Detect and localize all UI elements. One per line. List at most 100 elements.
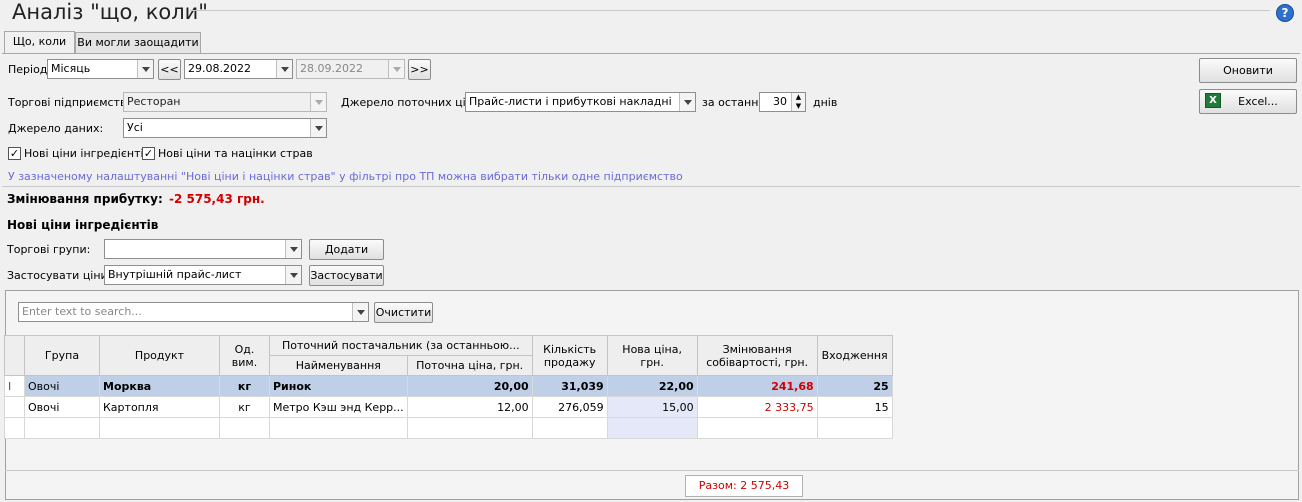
col-header-supplier: Поточний постачальник (за останньою... bbox=[269, 335, 533, 356]
chevron-down-icon bbox=[310, 93, 326, 111]
col-header-product[interactable]: Продукт bbox=[99, 335, 220, 376]
new-ingredient-prices-label[interactable]: Нові ціни інгредієнтів bbox=[24, 147, 150, 160]
last-days-stepper[interactable]: 30 ▲ ▼ bbox=[759, 92, 806, 112]
refresh-button[interactable]: Оновити bbox=[1199, 58, 1297, 83]
window-title: Аналіз "що, коли" bbox=[12, 0, 208, 24]
period-select[interactable]: Місяць bbox=[47, 59, 154, 79]
tab-what-when[interactable]: Що, коли bbox=[4, 31, 75, 54]
row-header-corner bbox=[4, 335, 25, 376]
col-header-supplier-name[interactable]: Найменування bbox=[269, 355, 408, 376]
footer-divider bbox=[5, 470, 1299, 471]
row-marker: I bbox=[4, 375, 25, 397]
cell-group[interactable]: Овочі bbox=[24, 375, 100, 397]
table-row[interactable]: I Овочі Морква кг Ринок 20,00 31,039 22,… bbox=[4, 375, 893, 397]
date-from-value: 29.08.2022 bbox=[188, 62, 251, 75]
trade-groups-select[interactable] bbox=[104, 239, 302, 259]
cell-cost-change[interactable]: 241,68 bbox=[696, 375, 818, 397]
data-source-select[interactable]: Усі bbox=[123, 118, 327, 138]
chevron-down-icon bbox=[679, 93, 695, 111]
section-divider bbox=[2, 186, 1300, 187]
filter-note: У зазначеному налаштуванні "Нові ціни і … bbox=[8, 170, 683, 183]
next-period-button[interactable]: >> bbox=[408, 59, 431, 80]
table-row-new[interactable] bbox=[4, 417, 893, 439]
apply-button[interactable]: Застосувати bbox=[309, 265, 384, 286]
cell-entries[interactable]: 25 bbox=[816, 375, 893, 397]
cell-current-price[interactable]: 20,00 bbox=[406, 375, 533, 397]
cell-empty[interactable] bbox=[269, 417, 408, 439]
cell-unit[interactable]: кг bbox=[219, 375, 270, 397]
cell-empty[interactable] bbox=[696, 417, 818, 439]
cell-supplier-name[interactable]: Метро Кэш энд Керр... bbox=[269, 396, 408, 418]
days-label: днів bbox=[813, 96, 838, 109]
price-source-select[interactable]: Прайс-листи і прибуткові накладні bbox=[465, 92, 696, 112]
table-row[interactable]: Овочі Картопля кг Метро Кэш энд Керр... … bbox=[4, 396, 893, 418]
help-icon[interactable]: ? bbox=[1276, 4, 1294, 22]
clear-search-button[interactable]: Очистити bbox=[374, 302, 433, 323]
excel-export-button[interactable]: X Excel... bbox=[1199, 89, 1297, 114]
search-input[interactable]: Enter text to search... bbox=[18, 302, 369, 322]
price-source-label: Джерело поточних цін: bbox=[341, 96, 477, 109]
cell-empty[interactable] bbox=[606, 417, 698, 439]
new-ingredient-prices-checkbox[interactable]: ✓ bbox=[8, 147, 21, 160]
cell-cost-change[interactable]: 2 333,75 bbox=[696, 396, 818, 418]
apply-prices-value: Внутрішній прайс-лист bbox=[108, 268, 242, 281]
col-header-new-price[interactable]: Нова ціна, грн. bbox=[606, 335, 698, 376]
chevron-down-icon bbox=[352, 303, 368, 321]
enterprises-select: Ресторан bbox=[123, 92, 327, 112]
enterprises-value: Ресторан bbox=[127, 95, 181, 108]
chevron-down-icon bbox=[285, 266, 301, 284]
cell-qty[interactable]: 276,059 bbox=[531, 396, 608, 418]
chevron-down-icon bbox=[276, 60, 292, 78]
chevron-down-icon bbox=[388, 60, 404, 78]
col-header-qty[interactable]: Кількість продажу bbox=[531, 335, 608, 376]
title-divider bbox=[190, 10, 1270, 11]
section-title: Нові ціни інгредієнтів bbox=[7, 218, 159, 232]
cell-new-price[interactable]: 22,00 bbox=[606, 375, 698, 397]
add-button[interactable]: Додати bbox=[309, 239, 384, 260]
apply-prices-select[interactable]: Внутрішній прайс-лист bbox=[104, 265, 302, 285]
col-header-current-price[interactable]: Поточна ціна, грн. bbox=[406, 355, 533, 376]
cell-qty[interactable]: 31,039 bbox=[531, 375, 608, 397]
col-header-entries[interactable]: Входження bbox=[816, 335, 893, 376]
cell-group[interactable]: Овочі bbox=[24, 396, 100, 418]
col-header-cost-change[interactable]: Змінювання собівартості, грн. bbox=[696, 335, 818, 376]
cell-unit[interactable]: кг bbox=[219, 396, 270, 418]
excel-label: Excel... bbox=[1238, 95, 1278, 108]
cell-product[interactable]: Морква bbox=[99, 375, 220, 397]
data-source-value: Усі bbox=[127, 121, 143, 134]
row-marker-empty bbox=[4, 396, 25, 418]
excel-icon: X bbox=[1205, 93, 1221, 108]
profit-label: Змінювання прибутку: bbox=[7, 192, 163, 206]
total-summary: Разом: 2 575,43 bbox=[685, 475, 803, 497]
date-from-picker[interactable]: 29.08.2022 bbox=[184, 59, 293, 79]
chevron-down-icon bbox=[310, 119, 326, 137]
tab-could-save[interactable]: Ви могли заощадити bbox=[75, 32, 201, 54]
cell-current-price[interactable]: 12,00 bbox=[406, 396, 533, 418]
cell-empty[interactable] bbox=[531, 417, 608, 439]
row-marker-empty bbox=[4, 417, 25, 439]
tab-strip-line bbox=[2, 53, 1300, 54]
date-to-picker: 28.09.2022 bbox=[296, 59, 405, 79]
cell-supplier-name[interactable]: Ринок bbox=[269, 375, 408, 397]
cell-empty[interactable] bbox=[219, 417, 270, 439]
apply-prices-label: Застосувати ціни: bbox=[7, 269, 112, 282]
cell-product[interactable]: Картопля bbox=[99, 396, 220, 418]
col-header-group[interactable]: Група bbox=[24, 335, 100, 376]
last-days-value: 30 bbox=[773, 95, 787, 108]
trade-groups-label: Торгові групи: bbox=[7, 243, 91, 256]
cell-empty[interactable] bbox=[816, 417, 893, 439]
cell-empty[interactable] bbox=[99, 417, 220, 439]
cell-empty[interactable] bbox=[24, 417, 100, 439]
cell-empty[interactable] bbox=[406, 417, 533, 439]
period-label: Період bbox=[8, 63, 48, 76]
prev-period-button[interactable]: << bbox=[158, 59, 181, 80]
new-dish-prices-checkbox[interactable]: ✓ bbox=[142, 147, 155, 160]
price-source-value: Прайс-листи і прибуткові накладні bbox=[469, 95, 672, 108]
data-source-label: Джерело даних: bbox=[8, 122, 104, 135]
profit-value: -2 575,43 грн. bbox=[169, 192, 265, 206]
new-dish-prices-label[interactable]: Нові ціни та націнки страв bbox=[158, 147, 313, 160]
cell-entries[interactable]: 15 bbox=[816, 396, 893, 418]
spin-arrows-icon[interactable]: ▲ ▼ bbox=[791, 93, 805, 111]
col-header-unit[interactable]: Од. вим. bbox=[219, 335, 270, 376]
cell-new-price[interactable]: 15,00 bbox=[606, 396, 698, 418]
